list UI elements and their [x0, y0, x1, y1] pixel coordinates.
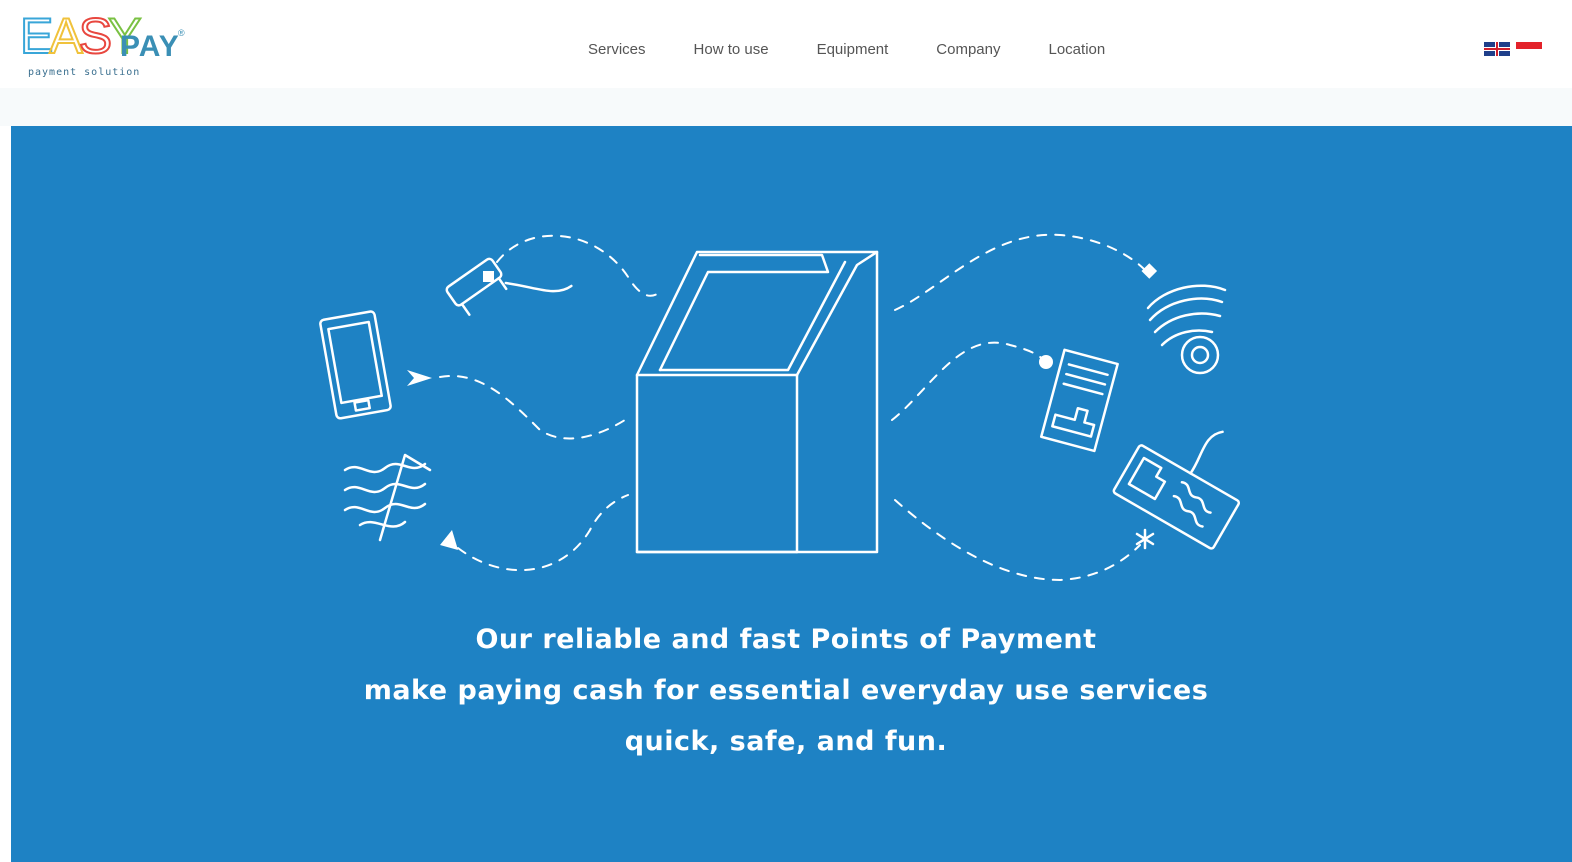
dot-marker — [483, 271, 494, 282]
header-subbar — [0, 88, 1572, 126]
arrow-marker — [407, 370, 432, 386]
indonesia-flag-icon[interactable] — [1516, 42, 1542, 56]
easypay-logo[interactable]: EASY PAY ® payment solution — [19, 7, 190, 84]
nav-how-to-use[interactable]: How to use — [694, 41, 769, 58]
hero-illustration — [319, 233, 1241, 581]
logo-trademark: ® — [178, 28, 185, 38]
nav-services[interactable]: Services — [588, 41, 646, 58]
site-header: EASY PAY ® payment solution Services How… — [0, 0, 1572, 88]
nav-company[interactable]: Company — [936, 41, 1000, 58]
logo-letter-a: A — [48, 7, 83, 65]
wifi-signal-icon — [1146, 284, 1227, 375]
water-tap-icon — [343, 453, 432, 542]
hero-tagline-line-2: make paying cash for essential everyday … — [363, 675, 1209, 706]
nav-location[interactable]: Location — [1049, 41, 1106, 58]
hero-tagline-line-3: quick, safe, and fun. — [624, 726, 948, 757]
logo-letter-s: S — [78, 7, 113, 65]
phone-handset-icon — [445, 257, 573, 316]
circle-marker — [1039, 355, 1053, 369]
language-switcher — [1484, 42, 1542, 56]
logo-tagline: payment solution — [28, 67, 141, 78]
logo-pay-text: PAY — [120, 30, 180, 63]
main-nav: Services How to use Equipment Company Lo… — [588, 41, 1153, 58]
hero-tagline: Our reliable and fast Points of Payment … — [0, 614, 1572, 767]
bill-document-icon — [1039, 348, 1119, 453]
uk-flag-icon[interactable] — [1484, 42, 1510, 56]
mobile-phone-icon — [319, 310, 392, 420]
keyboard-icon — [1112, 430, 1241, 550]
triangle-marker — [440, 530, 458, 550]
hero-tagline-line-1: Our reliable and fast Points of Payment — [475, 624, 1097, 655]
nav-equipment[interactable]: Equipment — [817, 41, 889, 58]
payment-kiosk-icon — [635, 250, 879, 554]
logo-letter-e: E — [19, 7, 54, 65]
diamond-marker — [1141, 263, 1158, 279]
dashed-connectors — [439, 233, 1146, 581]
